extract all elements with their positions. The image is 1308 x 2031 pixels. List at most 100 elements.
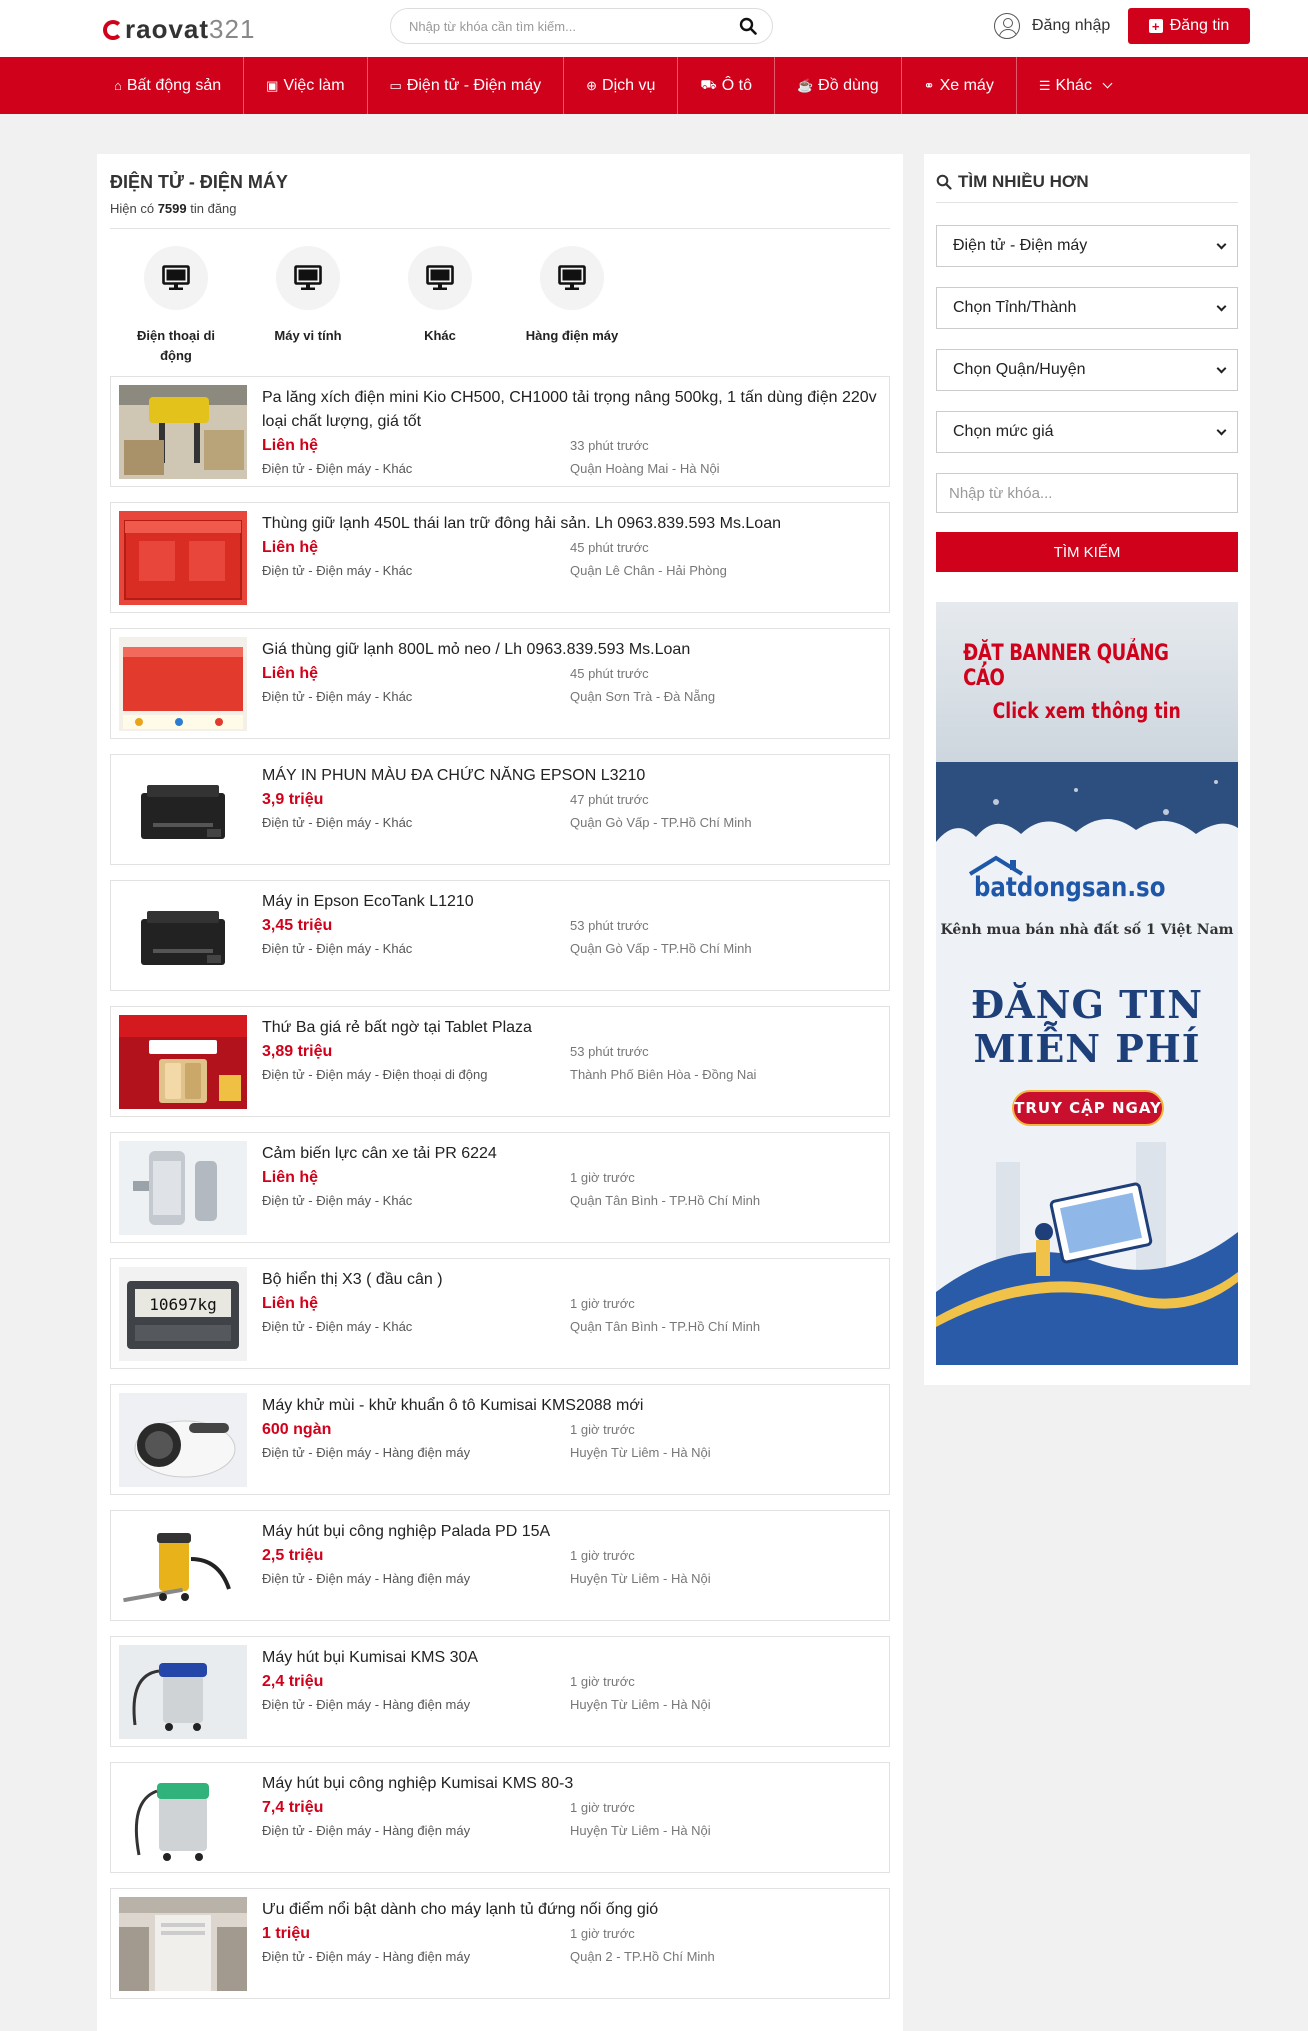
- nav-item-0[interactable]: ⌂ Bất động sản: [92, 57, 245, 114]
- nav-item-label: Ô tô: [721, 76, 752, 94]
- nav-item-label: Điện tử - Điện máy: [406, 76, 542, 94]
- listing-thumbnail[interactable]: [119, 889, 247, 983]
- listing-title[interactable]: Cảm biến lực cân xe tải PR 6224: [262, 1142, 887, 1166]
- listing-thumbnail[interactable]: [119, 763, 247, 857]
- listing-row[interactable]: MÁY IN PHUN MÀU ĐA CHỨC NĂNG EPSON L3210…: [110, 754, 890, 865]
- cup-icon: ☕: [796, 77, 814, 93]
- header-search-button[interactable]: [724, 9, 772, 43]
- listing-title[interactable]: Bộ hiển thị X3 ( đầu cân ): [262, 1268, 887, 1292]
- listing-count: Hiện có 7599 tin đăng: [110, 201, 890, 216]
- subcategory-label: Khác: [424, 328, 456, 343]
- subcategory-0[interactable]: Điện thoại di động: [110, 246, 242, 376]
- listing-thumbnail[interactable]: [119, 1015, 247, 1109]
- ad-banner[interactable]: ĐẶT BANNER QUẢNG CÁO Click xem thông tin…: [936, 602, 1238, 1365]
- nav-item-7[interactable]: ☰ Khác: [1017, 57, 1133, 114]
- count-prefix: Hiện có: [110, 201, 155, 216]
- sidebar-divider: [936, 202, 1238, 203]
- nav-item-3[interactable]: ⊕ Dịch vụ: [564, 57, 679, 114]
- thumbnail-readout: 10697kg: [149, 1295, 216, 1314]
- keyword-input[interactable]: [936, 473, 1238, 513]
- subcategory-label: Điện thoại di động: [137, 328, 215, 363]
- filter-select-value: Chọn mức giá: [953, 423, 1054, 440]
- chevron-down-icon: [1216, 301, 1227, 311]
- listing-row[interactable]: Thứ Ba giá rẻ bất ngờ tại Tablet Plaza 3,…: [110, 1006, 890, 1117]
- listing-info: Máy hút bụi công nghiệp Kumisai KMS 80-3…: [262, 1771, 889, 1872]
- count-number: 7599: [157, 201, 187, 216]
- listing-location: Thành Phố Biên Hòa - Đồng Nai: [570, 1067, 757, 1082]
- subcategory-label: Hàng điện máy: [525, 328, 619, 343]
- listing-title[interactable]: Máy hút bụi Kumisai KMS 30A: [262, 1646, 887, 1670]
- nav-item-6[interactable]: ⚭ Xe máy: [902, 57, 1017, 114]
- listing-thumbnail[interactable]: [119, 1393, 247, 1487]
- listing-row[interactable]: Pa lăng xích điện mini Kio CH500, CH1000…: [110, 376, 890, 487]
- listing-time: 33 phút trước: [570, 438, 649, 453]
- nav-item-4[interactable]: ⛟ Ô tô: [678, 57, 775, 114]
- listing-thumbnail[interactable]: [119, 1897, 247, 1991]
- filter-select-0[interactable]: Điện tử - Điện máy: [936, 225, 1238, 267]
- site-logo[interactable]: raovat321: [103, 14, 255, 45]
- listing-title[interactable]: Giá thùng giữ lạnh 800L mỏ neo / Lh 0963…: [262, 638, 887, 662]
- post-listing-label: Đăng tin: [1169, 17, 1230, 34]
- listing-time: 1 giờ trước: [570, 1170, 635, 1185]
- listing-row[interactable]: Ưu điểm nổi bật dành cho máy lạnh tủ đứn…: [110, 1888, 890, 1999]
- subcategory-2[interactable]: Khác: [374, 246, 506, 376]
- listing-thumbnail[interactable]: [119, 1645, 247, 1739]
- listing-row[interactable]: 10697kg Bộ hiển thị X3 ( đầu cân ) Liên hệ…: [110, 1258, 890, 1369]
- sidebar-search-button[interactable]: TÌM KIẾM: [936, 532, 1238, 572]
- listing-title[interactable]: Thứ Ba giá rẻ bất ngờ tại Tablet Plaza: [262, 1016, 887, 1040]
- listing-time: 1 giờ trước: [570, 1548, 635, 1563]
- banner-cta-button[interactable]: TRUY CẬP NGAY: [1012, 1090, 1164, 1126]
- filter-select-3[interactable]: Chọn mức giá: [936, 411, 1238, 453]
- listing-title[interactable]: MÁY IN PHUN MÀU ĐA CHỨC NĂNG EPSON L3210: [262, 764, 887, 788]
- listing-time: 1 giờ trước: [570, 1296, 635, 1311]
- nav-item-2[interactable]: ▭ Điện tử - Điện máy: [368, 57, 565, 114]
- logo-mark-icon: [103, 19, 123, 40]
- listing-thumbnail[interactable]: [119, 511, 247, 605]
- listing-time: 45 phút trước: [570, 666, 649, 681]
- listing-location: Quận Gò Vấp - TP.Hồ Chí Minh: [570, 815, 752, 830]
- listing-row[interactable]: Thùng giữ lạnh 450L thái lan trữ đông hả…: [110, 502, 890, 613]
- listing-row[interactable]: Máy hút bụi công nghiệp Palada PD 15A 2,5…: [110, 1510, 890, 1621]
- filter-select-1[interactable]: Chọn Tỉnh/Thành: [936, 287, 1238, 329]
- listing-row[interactable]: Máy hút bụi công nghiệp Kumisai KMS 80-3…: [110, 1762, 890, 1873]
- filter-select-value: Chọn Quận/Huyện: [953, 361, 1086, 378]
- listing-thumbnail[interactable]: [119, 637, 247, 731]
- search-icon: [739, 17, 757, 35]
- listing-title[interactable]: Thùng giữ lạnh 450L thái lan trữ đông hả…: [262, 512, 887, 536]
- listing-thumbnail[interactable]: [119, 1771, 247, 1865]
- listing-thumbnail[interactable]: [119, 1141, 247, 1235]
- page-title: ĐIỆN TỬ - ĐIỆN MÁY: [110, 172, 288, 192]
- listing-title[interactable]: Pa lăng xích điện mini Kio CH500, CH1000…: [262, 386, 887, 434]
- listing-row[interactable]: Máy khử mùi - khử khuẩn ô tô Kumisai KMS…: [110, 1384, 890, 1495]
- header-search-input[interactable]: [391, 18, 724, 34]
- main-nav: ⌂ Bất động sản ▣ Việc làm ▭ Điện tử - Điện má…: [0, 57, 1308, 114]
- nav-item-5[interactable]: ☕ Đồ dùng: [775, 57, 902, 114]
- filter-select-2[interactable]: Chọn Quận/Huyện: [936, 349, 1238, 391]
- listing-row[interactable]: Máy in Epson EcoTank L1210 3,45 triệu Điện…: [110, 880, 890, 991]
- listing-thumbnail[interactable]: 10697kg: [119, 1267, 247, 1361]
- listing-time: 53 phút trước: [570, 918, 649, 933]
- login-link[interactable]: Đăng nhập: [994, 13, 1110, 39]
- listing-title[interactable]: Máy in Epson EcoTank L1210: [262, 890, 887, 914]
- listing-row[interactable]: Máy hút bụi Kumisai KMS 30A 2,4 triệu Điện…: [110, 1636, 890, 1747]
- nav-item-label: Khác: [1055, 76, 1092, 94]
- listing-location: Quận Sơn Trà - Đà Nẵng: [570, 689, 716, 704]
- listing-time: 47 phút trước: [570, 792, 649, 807]
- listing-title[interactable]: Máy hút bụi công nghiệp Palada PD 15A: [262, 1520, 887, 1544]
- subcategory-1[interactable]: Máy vi tính: [242, 246, 374, 376]
- banner-brand: batdongsan.so: [974, 872, 1166, 903]
- listing-title[interactable]: Máy hút bụi công nghiệp Kumisai KMS 80-3: [262, 1772, 887, 1796]
- listing-thumbnail[interactable]: [119, 1519, 247, 1613]
- listing-row[interactable]: Cảm biến lực cân xe tải PR 6224 Liên hệ Đi…: [110, 1132, 890, 1243]
- listing-title[interactable]: Máy khử mùi - khử khuẩn ô tô Kumisai KMS…: [262, 1394, 887, 1418]
- user-icon: [994, 13, 1020, 39]
- listing-title[interactable]: Ưu điểm nổi bật dành cho máy lạnh tủ đứn…: [262, 1898, 887, 1922]
- listing-row[interactable]: Giá thùng giữ lạnh 800L mỏ neo / Lh 0963…: [110, 628, 890, 739]
- listing-info: Cảm biến lực cân xe tải PR 6224 Liên hệ Đi…: [262, 1141, 889, 1242]
- nav-item-label: Dịch vụ: [602, 76, 656, 94]
- nav-item-1[interactable]: ▣ Việc làm: [244, 57, 368, 114]
- listing-time: 45 phút trước: [570, 540, 649, 555]
- post-listing-button[interactable]: + Đăng tin: [1128, 8, 1250, 44]
- subcategory-3[interactable]: Hàng điện máy: [506, 246, 638, 376]
- listing-thumbnail[interactable]: [119, 385, 247, 479]
